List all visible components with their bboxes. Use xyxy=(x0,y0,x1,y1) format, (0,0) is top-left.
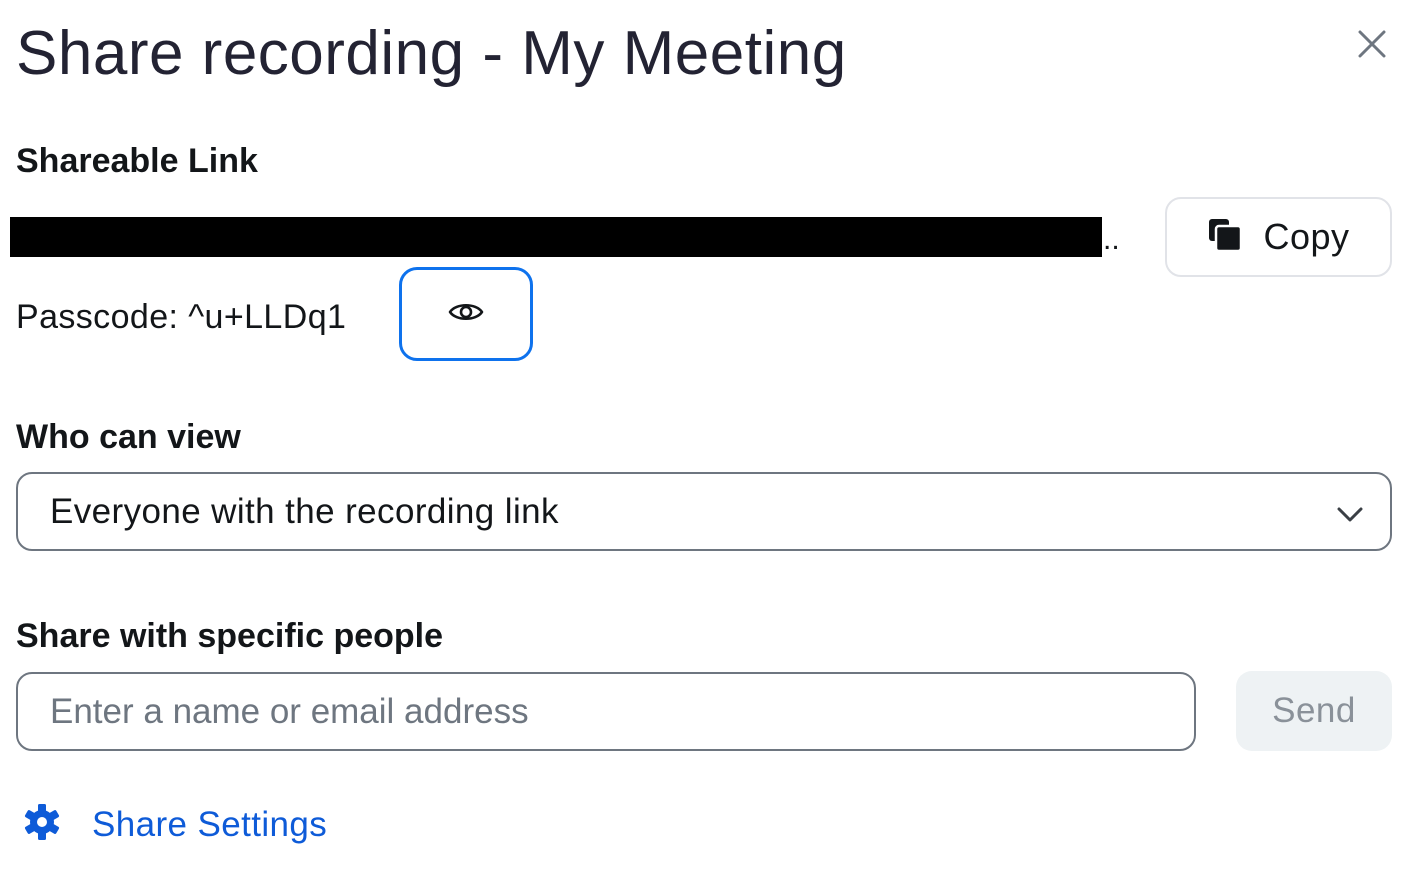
toggle-passcode-visibility-button[interactable] xyxy=(399,267,533,361)
passcode-text: Passcode: ^u+LLDq1 xyxy=(16,298,347,336)
copy-label: Copy xyxy=(1263,216,1350,257)
copy-button[interactable]: Copy xyxy=(1165,197,1392,277)
who-can-view-selected-value: Everyone with the recording link xyxy=(50,491,559,531)
redacted-link xyxy=(10,217,1102,257)
close-button[interactable] xyxy=(1350,24,1394,68)
shareable-link-label: Shareable Link xyxy=(16,142,258,180)
share-specific-people-label: Share with specific people xyxy=(16,617,444,655)
copy-icon xyxy=(1207,217,1243,258)
share-settings-link[interactable]: Share Settings xyxy=(22,802,327,847)
gear-icon xyxy=(22,802,62,847)
who-can-view-label: Who can view xyxy=(16,418,241,456)
name-email-input[interactable] xyxy=(16,672,1196,751)
send-button[interactable]: Send xyxy=(1236,671,1392,751)
shareable-link-text: .. xyxy=(10,217,1120,257)
send-label: Send xyxy=(1272,691,1356,730)
chevron-down-icon xyxy=(1336,500,1364,533)
link-ellipsis: .. xyxy=(1103,223,1120,256)
who-can-view-select[interactable]: Everyone with the recording link xyxy=(16,472,1392,551)
share-recording-dialog: Share recording - My Meeting Shareable L… xyxy=(0,0,1414,880)
share-settings-label: Share Settings xyxy=(92,804,328,844)
eye-icon xyxy=(448,300,484,329)
dialog-title: Share recording - My Meeting xyxy=(16,19,847,88)
close-icon xyxy=(1358,30,1386,63)
